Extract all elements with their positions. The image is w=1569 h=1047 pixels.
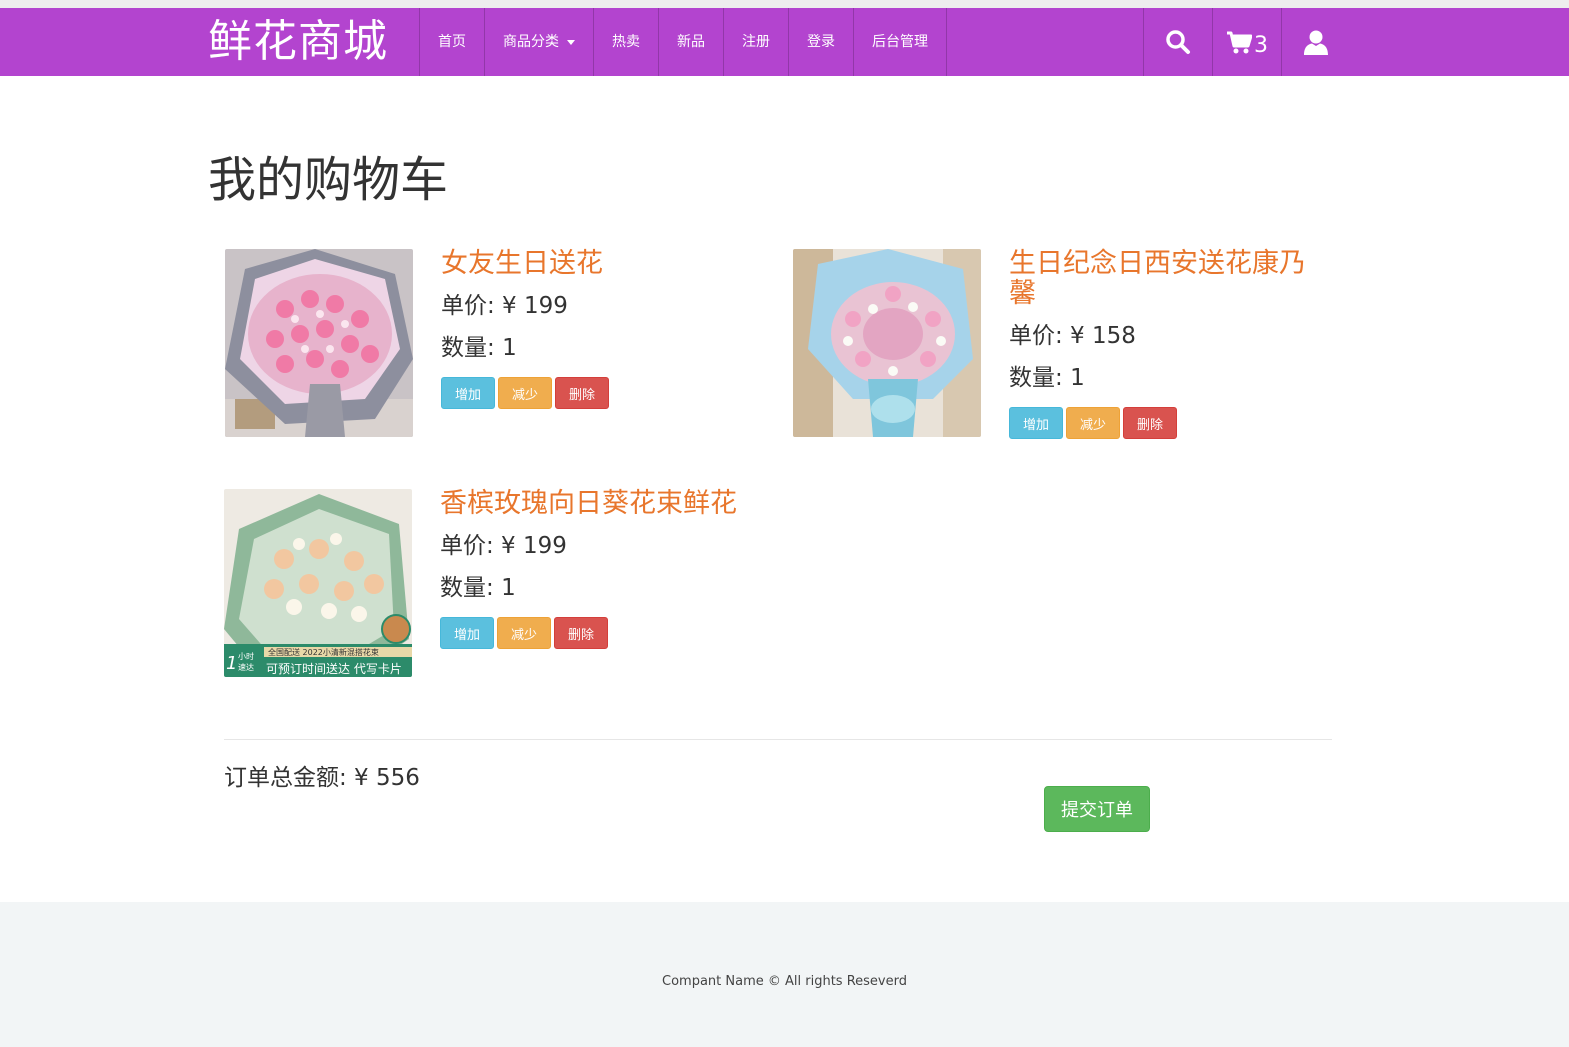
- nav-item-login[interactable]: 登录: [788, 8, 853, 76]
- cart-item-info: 生日纪念日西安送花康乃馨 单价: ¥ 158 数量: 1 增加 减少 删除: [1009, 249, 1329, 439]
- product-name[interactable]: 香槟玫瑰向日葵花束鲜花: [440, 489, 760, 519]
- badge-bottom-text: 速达: [238, 662, 254, 672]
- divider: [224, 739, 1332, 740]
- product-price: 单价: ¥ 199: [440, 533, 567, 559]
- delete-button[interactable]: 删除: [1123, 407, 1177, 439]
- account-button[interactable]: [1281, 8, 1350, 76]
- badge-number: 1: [226, 653, 237, 674]
- product-image[interactable]: [225, 249, 413, 437]
- nav-actions: 3: [1143, 8, 1350, 76]
- footer: Compant Name © All rights Reseverd: [0, 902, 1569, 1047]
- increase-button[interactable]: 增加: [441, 377, 495, 409]
- delete-button[interactable]: 删除: [554, 617, 608, 649]
- nav-item-new[interactable]: 新品: [658, 8, 723, 76]
- nav-item-admin[interactable]: 后台管理: [853, 8, 947, 76]
- decrease-button[interactable]: 减少: [1066, 407, 1120, 439]
- top-strip: [0, 0, 1569, 8]
- banner-small-text: 全国配送 2022小清新混搭花束: [268, 647, 379, 657]
- product-quantity: 数量: 1: [440, 575, 516, 601]
- product-price: 单价: ¥ 199: [441, 293, 568, 319]
- badge-top-text: 小时: [238, 651, 254, 661]
- product-image[interactable]: [793, 249, 981, 437]
- cart-count-badge: 3: [1254, 32, 1268, 58]
- page-title: 我的购物车: [208, 152, 449, 208]
- brand-logo[interactable]: 鲜花商城: [208, 12, 388, 72]
- search-button[interactable]: [1143, 8, 1212, 76]
- cart-item-info: 香槟玫瑰向日葵花束鲜花 单价: ¥ 199 数量: 1 增加 减少 删除: [440, 489, 760, 649]
- delete-button[interactable]: 删除: [555, 377, 609, 409]
- product-price: 单价: ¥ 158: [1009, 323, 1136, 349]
- caret-down-icon: [567, 39, 575, 45]
- nav-item-hot[interactable]: 热卖: [593, 8, 658, 76]
- submit-order-button[interactable]: 提交订单: [1044, 786, 1150, 832]
- navbar: 鲜花商城 首页 商品分类 热卖 新品 注册 登录 后台管理 3: [0, 8, 1569, 76]
- product-image[interactable]: 全国配送 2022小清新混搭花束 可预订时间送达 代写卡片 1 小时 速达: [224, 489, 412, 677]
- product-name[interactable]: 生日纪念日西安送花康乃馨: [1009, 249, 1329, 309]
- increase-button[interactable]: 增加: [440, 617, 494, 649]
- item-actions: 增加 减少 删除: [1009, 407, 1329, 439]
- banner-big-text: 可预订时间送达 代写卡片: [266, 661, 402, 676]
- increase-button[interactable]: 增加: [1009, 407, 1063, 439]
- search-icon: [1166, 30, 1190, 54]
- cart-item-info: 女友生日送花 单价: ¥ 199 数量: 1 增加 减少 删除: [441, 249, 761, 409]
- product-quantity: 数量: 1: [1009, 365, 1085, 391]
- decrease-button[interactable]: 减少: [497, 617, 551, 649]
- copyright-text: Compant Name © All rights Reseverd: [662, 974, 907, 989]
- nav-item-home[interactable]: 首页: [419, 8, 484, 76]
- cart-icon: [1227, 31, 1252, 54]
- product-name[interactable]: 女友生日送花: [441, 249, 761, 279]
- nav-item-register[interactable]: 注册: [723, 8, 788, 76]
- order-total: 订单总金额: ¥ 556: [224, 765, 420, 791]
- item-actions: 增加 减少 删除: [440, 617, 760, 649]
- nav-item-categories[interactable]: 商品分类: [484, 8, 593, 76]
- cart-button[interactable]: 3: [1212, 8, 1281, 76]
- decrease-button[interactable]: 减少: [498, 377, 552, 409]
- user-icon: [1304, 30, 1328, 55]
- item-actions: 增加 减少 删除: [441, 377, 761, 409]
- nav-menu: 首页 商品分类 热卖 新品 注册 登录 后台管理: [419, 8, 947, 76]
- product-quantity: 数量: 1: [441, 335, 517, 361]
